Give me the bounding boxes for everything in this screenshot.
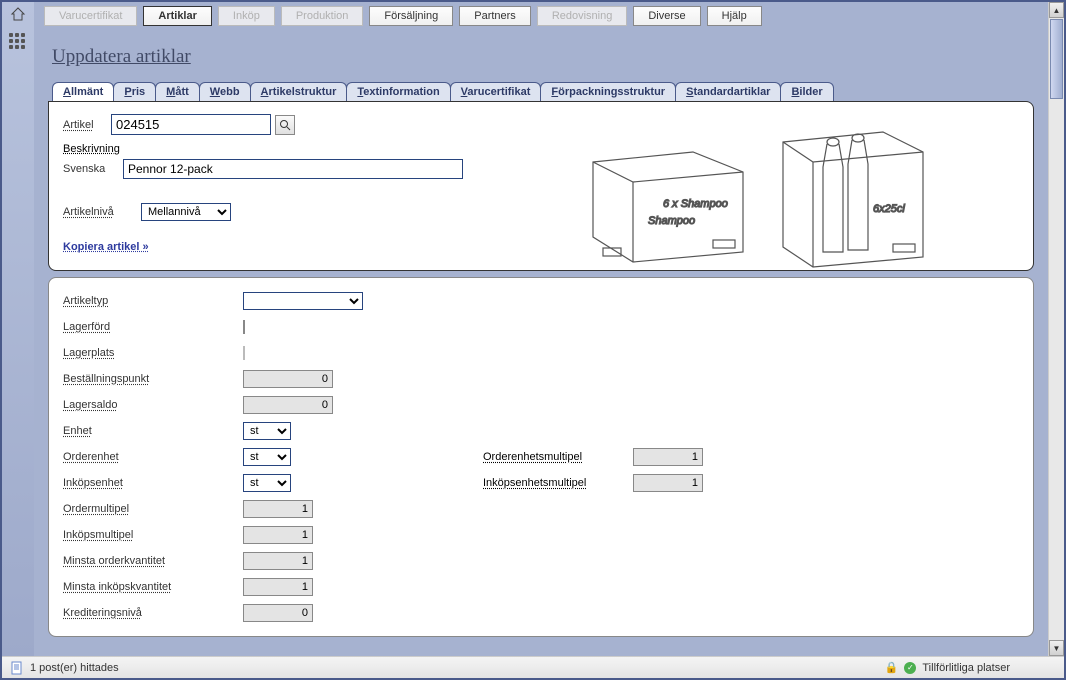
enhet-label: Enhet bbox=[63, 425, 243, 437]
shield-icon: ✓ bbox=[904, 662, 916, 674]
artikelniva-label: Artikelnivå bbox=[63, 206, 141, 218]
lagerford-checkbox[interactable] bbox=[243, 320, 245, 334]
svenska-label: Svenska bbox=[63, 163, 123, 175]
left-toolbar bbox=[2, 2, 34, 656]
illustration: 6 x Shampoo Shampoo bbox=[573, 112, 993, 272]
enhet-select[interactable]: st bbox=[243, 422, 291, 440]
orderenhetsmultipel-input[interactable] bbox=[633, 448, 703, 466]
page-title: Uppdatera artiklar bbox=[52, 46, 1048, 68]
svenska-input[interactable] bbox=[123, 159, 463, 179]
status-posts: 1 post(er) hittades bbox=[30, 662, 119, 674]
subtab-mått[interactable]: Mått bbox=[155, 82, 200, 101]
status-trusted: Tillförlitliga platser bbox=[922, 662, 1010, 674]
minsta-orderkvantitet-label: Minsta orderkvantitet bbox=[63, 555, 243, 567]
artikel-label: Artikel bbox=[63, 119, 111, 131]
topnav-inköp: Inköp bbox=[218, 6, 275, 26]
subtab-förpackningsstruktur[interactable]: Förpackningsstruktur bbox=[540, 82, 676, 101]
orderenhetsmultipel-label: Orderenhetsmultipel bbox=[483, 451, 633, 463]
inkopsmultipel-input[interactable] bbox=[243, 526, 313, 544]
scroll-up-icon[interactable]: ▲ bbox=[1049, 2, 1064, 18]
search-button[interactable] bbox=[275, 115, 295, 135]
ordermultipel-input[interactable] bbox=[243, 500, 313, 518]
minsta-orderkvantitet-input[interactable] bbox=[243, 552, 313, 570]
minsta-inkopskvantitet-input[interactable] bbox=[243, 578, 313, 596]
general-panel: Artikel Beskrivning Svenska Artikelnivå … bbox=[48, 101, 1034, 271]
svg-text:Shampoo: Shampoo bbox=[648, 215, 695, 227]
subtab-bilder[interactable]: Bilder bbox=[780, 82, 833, 101]
krediteringsniva-label: Krediteringsnivå bbox=[63, 607, 243, 619]
subtab-standardartiklar[interactable]: Standardartiklar bbox=[675, 82, 781, 101]
lock-icon: 🔒 bbox=[885, 661, 899, 674]
scroll-thumb[interactable] bbox=[1050, 19, 1063, 99]
topnav-försäljning[interactable]: Försäljning bbox=[369, 6, 453, 26]
lagerplats-label: Lagerplats bbox=[63, 347, 243, 359]
scroll-down-icon[interactable]: ▼ bbox=[1049, 640, 1064, 656]
subtab-webb[interactable]: Webb bbox=[199, 82, 251, 101]
apps-icon[interactable] bbox=[9, 33, 27, 47]
ordermultipel-label: Ordermultipel bbox=[63, 503, 243, 515]
topnav-varucertifikat: Varucertifikat bbox=[44, 6, 137, 26]
topnav-hjälp[interactable]: Hjälp bbox=[707, 6, 762, 26]
bestallningspunkt-label: Beställningspunkt bbox=[63, 373, 243, 385]
status-bar: 1 post(er) hittades 🔒 ✓ Tillförlitliga p… bbox=[2, 656, 1064, 678]
window: VarucertifikatArtiklarInköpProduktionFör… bbox=[0, 0, 1066, 680]
inkopsenhetsmultipel-input[interactable] bbox=[633, 474, 703, 492]
subtab-artikelstruktur[interactable]: Artikelstruktur bbox=[250, 82, 348, 101]
home-icon[interactable] bbox=[10, 6, 26, 25]
kopiera-link[interactable]: Kopiera artikel » bbox=[63, 241, 149, 253]
svg-text:6x25cl: 6x25cl bbox=[873, 203, 905, 215]
artikelniva-select[interactable]: Mellannivå bbox=[141, 203, 231, 221]
topnav-diverse[interactable]: Diverse bbox=[633, 6, 700, 26]
scrollbar[interactable]: ▲ ▼ bbox=[1048, 2, 1064, 656]
topnav-redovisning: Redovisning bbox=[537, 6, 628, 26]
lagerplats-field bbox=[243, 346, 245, 360]
lagersaldo-label: Lagersaldo bbox=[63, 399, 243, 411]
subtab-textinformation[interactable]: Textinformation bbox=[346, 82, 450, 101]
topnav-produktion: Produktion bbox=[281, 6, 364, 26]
bestallningspunkt-input[interactable] bbox=[243, 370, 333, 388]
subtab-allmänt[interactable]: Allmänt bbox=[52, 82, 114, 101]
details-panel: Artikeltyp Lagerförd Lagerplats Beställn… bbox=[48, 277, 1034, 637]
inkopsenhet-select[interactable]: st bbox=[243, 474, 291, 492]
inkopsenhetsmultipel-label: Inköpsenhetsmultipel bbox=[483, 477, 633, 489]
search-icon bbox=[279, 119, 291, 131]
orderenhet-label: Orderenhet bbox=[63, 451, 243, 463]
lagerford-label: Lagerförd bbox=[63, 321, 243, 333]
krediteringsniva-input[interactable] bbox=[243, 604, 313, 622]
page-icon bbox=[10, 661, 24, 675]
lagersaldo-input[interactable] bbox=[243, 396, 333, 414]
topnav-artiklar[interactable]: Artiklar bbox=[143, 6, 212, 26]
artikel-input[interactable] bbox=[111, 114, 271, 135]
subtab-row: AllmäntPrisMåttWebbArtikelstrukturTextin… bbox=[52, 82, 1048, 101]
inkopsmultipel-label: Inköpsmultipel bbox=[63, 529, 243, 541]
subtab-pris[interactable]: Pris bbox=[113, 82, 156, 101]
topnav-partners[interactable]: Partners bbox=[459, 6, 531, 26]
main-panel: VarucertifikatArtiklarInköpProduktionFör… bbox=[34, 2, 1048, 656]
artikeltyp-label: Artikeltyp bbox=[63, 295, 243, 307]
svg-text:6 x Shampoo: 6 x Shampoo bbox=[663, 198, 728, 210]
minsta-inkopskvantitet-label: Minsta inköpskvantitet bbox=[63, 581, 243, 593]
subtab-varucertifikat[interactable]: Varucertifikat bbox=[450, 82, 542, 101]
top-nav: Varucertifikat Artiklar Inköp ProduktionFör… bbox=[34, 2, 1048, 32]
orderenhet-select[interactable]: st bbox=[243, 448, 291, 466]
content-area: VarucertifikatArtiklarInköpProduktionFör… bbox=[2, 2, 1064, 656]
artikeltyp-select[interactable] bbox=[243, 292, 363, 310]
inkopsenhet-label: Inköpsenhet bbox=[63, 477, 243, 489]
